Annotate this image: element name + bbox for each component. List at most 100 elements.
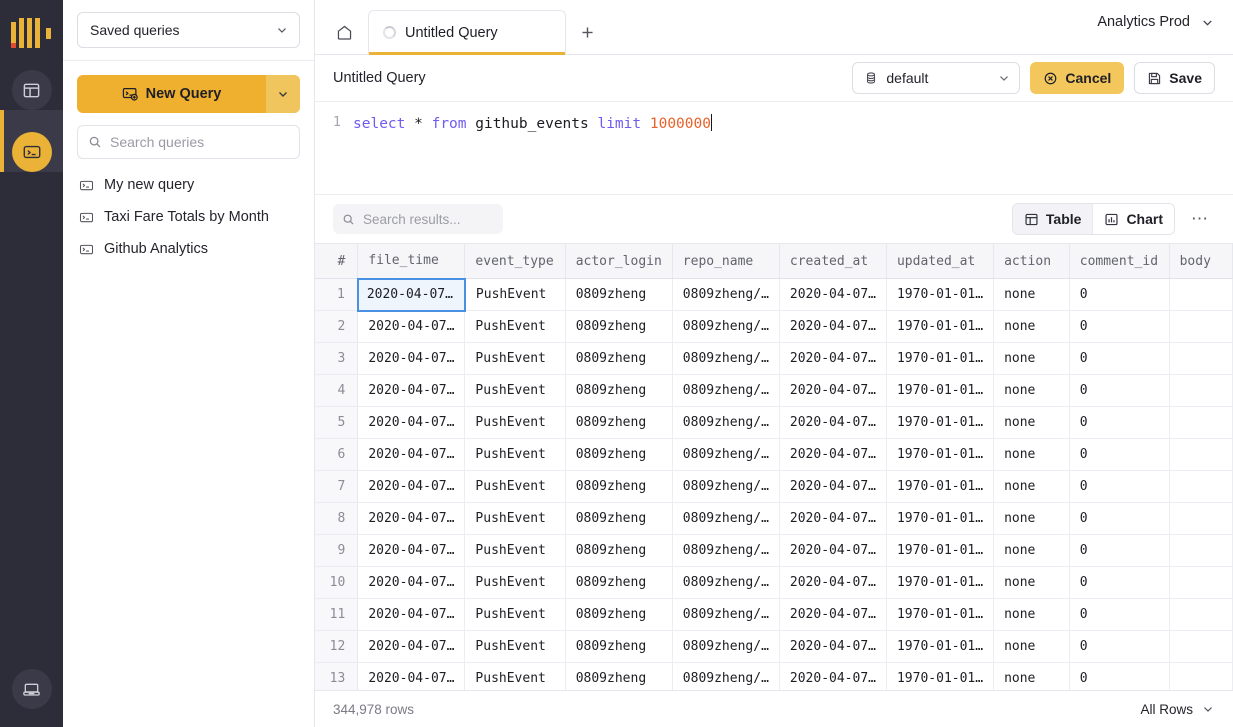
table-cell[interactable]: PushEvent — [465, 663, 565, 691]
table-cell[interactable] — [1169, 279, 1232, 311]
table-cell[interactable]: PushEvent — [465, 535, 565, 567]
table-cell[interactable]: 2020-04-07… — [358, 631, 465, 663]
table-cell[interactable]: 0 — [1069, 599, 1169, 631]
table-cell[interactable]: 0809zheng/… — [672, 343, 779, 375]
table-cell[interactable]: 0809zheng — [565, 535, 672, 567]
search-queries-box[interactable] — [77, 125, 300, 159]
new-query-caret-button[interactable] — [266, 75, 300, 113]
add-tab-button[interactable] — [566, 10, 608, 54]
table-cell[interactable]: 0809zheng/… — [672, 503, 779, 535]
table-cell[interactable]: 2020-04-07… — [358, 343, 465, 375]
table-cell[interactable] — [1169, 599, 1232, 631]
table-cell[interactable]: 2020-04-07… — [779, 375, 886, 407]
home-button[interactable] — [320, 10, 368, 54]
table-cell[interactable]: none — [994, 663, 1070, 691]
table-cell[interactable]: 1970-01-01… — [886, 311, 993, 343]
table-column-header-updated_at[interactable]: updated_at — [886, 244, 993, 279]
table-cell[interactable]: PushEvent — [465, 279, 565, 311]
table-row[interactable]: 112020-04-07…PushEvent0809zheng0809zheng… — [315, 599, 1233, 631]
table-cell[interactable]: 2020-04-07… — [779, 343, 886, 375]
table-cell[interactable]: 2020-04-07… — [358, 503, 465, 535]
sql-code[interactable]: select * from github_events limit 100000… — [353, 114, 712, 132]
table-cell[interactable]: 0809zheng/… — [672, 631, 779, 663]
table-row-number[interactable]: 4 — [315, 375, 358, 407]
table-cell[interactable]: 0 — [1069, 407, 1169, 439]
table-column-header-body[interactable]: body — [1169, 244, 1232, 279]
table-cell[interactable]: PushEvent — [465, 503, 565, 535]
table-cell[interactable]: none — [994, 343, 1070, 375]
table-cell[interactable]: 1970-01-01… — [886, 407, 993, 439]
table-cell[interactable] — [1169, 567, 1232, 599]
table-cell[interactable] — [1169, 471, 1232, 503]
table-cell[interactable]: 0809zheng/… — [672, 311, 779, 343]
table-cell[interactable]: 0809zheng — [565, 471, 672, 503]
table-cell[interactable]: 0 — [1069, 343, 1169, 375]
sidebar-item-github-analytics[interactable]: Github Analytics — [77, 233, 300, 265]
table-row[interactable]: 42020-04-07…PushEvent0809zheng0809zheng/… — [315, 375, 1233, 407]
table-row[interactable]: 132020-04-07…PushEvent0809zheng0809zheng… — [315, 663, 1233, 691]
table-cell[interactable]: 2020-04-07… — [779, 407, 886, 439]
table-cell[interactable]: none — [994, 279, 1070, 311]
table-column-header-actor_login[interactable]: actor_login — [565, 244, 672, 279]
new-query-main[interactable]: New Query — [77, 75, 266, 113]
rail-row-queries[interactable] — [0, 110, 63, 172]
table-cell[interactable]: 0809zheng — [565, 311, 672, 343]
table-cell[interactable]: none — [994, 535, 1070, 567]
table-cell[interactable]: 0809zheng — [565, 279, 672, 311]
table-cell[interactable]: 0809zheng/… — [672, 439, 779, 471]
table-cell[interactable]: PushEvent — [465, 375, 565, 407]
table-row-number[interactable]: 8 — [315, 503, 358, 535]
table-cell[interactable]: 2020-04-07… — [358, 471, 465, 503]
table-row-number[interactable]: 10 — [315, 567, 358, 599]
table-cell[interactable]: 1970-01-01… — [886, 663, 993, 691]
rail-row-connections[interactable] — [0, 647, 63, 709]
table-cell[interactable] — [1169, 631, 1232, 663]
query-title[interactable]: Untitled Query — [333, 70, 842, 86]
table-cell[interactable] — [1169, 375, 1232, 407]
sidebar-item-my-new-query[interactable]: My new query — [77, 169, 300, 201]
table-cell[interactable]: 0 — [1069, 663, 1169, 691]
table-cell[interactable]: 2020-04-07… — [358, 279, 465, 311]
table-cell[interactable]: none — [994, 375, 1070, 407]
table-row[interactable]: 82020-04-07…PushEvent0809zheng0809zheng/… — [315, 503, 1233, 535]
table-row-number[interactable]: 11 — [315, 599, 358, 631]
table-cell[interactable] — [1169, 343, 1232, 375]
table-cell[interactable]: 1970-01-01… — [886, 599, 993, 631]
table-row[interactable]: 52020-04-07…PushEvent0809zheng0809zheng/… — [315, 407, 1233, 439]
table-cell[interactable]: 2020-04-07… — [779, 631, 886, 663]
new-query-button[interactable]: New Query — [77, 75, 300, 113]
table-row-number[interactable]: 2 — [315, 311, 358, 343]
table-row-number[interactable]: 7 — [315, 471, 358, 503]
table-row[interactable]: 122020-04-07…PushEvent0809zheng0809zheng… — [315, 631, 1233, 663]
results-table-container[interactable]: #file_timeevent_typeactor_loginrepo_name… — [315, 243, 1233, 690]
table-cell[interactable]: 0809zheng — [565, 631, 672, 663]
table-cell[interactable]: none — [994, 311, 1070, 343]
table-cell[interactable]: none — [994, 631, 1070, 663]
table-cell[interactable]: 0 — [1069, 567, 1169, 599]
table-cell[interactable]: 0809zheng — [565, 663, 672, 691]
search-results-box[interactable] — [333, 204, 503, 234]
table-cell[interactable]: 1970-01-01… — [886, 535, 993, 567]
table-cell[interactable]: PushEvent — [465, 311, 565, 343]
table-cell[interactable]: 2020-04-07… — [358, 599, 465, 631]
environment-selector[interactable]: Analytics Prod — [1097, 14, 1215, 30]
table-cell[interactable] — [1169, 407, 1232, 439]
table-row[interactable]: 32020-04-07…PushEvent0809zheng0809zheng/… — [315, 343, 1233, 375]
view-toggle-table[interactable]: Table — [1013, 204, 1093, 234]
table-cell[interactable] — [1169, 535, 1232, 567]
table-cell[interactable]: 2020-04-07… — [779, 439, 886, 471]
table-row-number[interactable]: 13 — [315, 663, 358, 691]
table-row[interactable]: 12020-04-07…PushEvent0809zheng0809zheng/… — [315, 279, 1233, 311]
table-cell[interactable]: PushEvent — [465, 599, 565, 631]
table-row[interactable]: 92020-04-07…PushEvent0809zheng0809zheng/… — [315, 535, 1233, 567]
table-cell[interactable]: 0809zheng — [565, 567, 672, 599]
table-cell[interactable]: 2020-04-07… — [358, 567, 465, 599]
table-cell[interactable] — [1169, 503, 1232, 535]
table-cell[interactable]: 0 — [1069, 375, 1169, 407]
table-cell[interactable] — [1169, 311, 1232, 343]
save-button[interactable]: Save — [1134, 62, 1215, 94]
table-column-header-event_type[interactable]: event_type — [465, 244, 565, 279]
table-cell[interactable]: 2020-04-07… — [779, 503, 886, 535]
table-row-number[interactable]: 5 — [315, 407, 358, 439]
table-cell[interactable]: 2020-04-07… — [358, 439, 465, 471]
